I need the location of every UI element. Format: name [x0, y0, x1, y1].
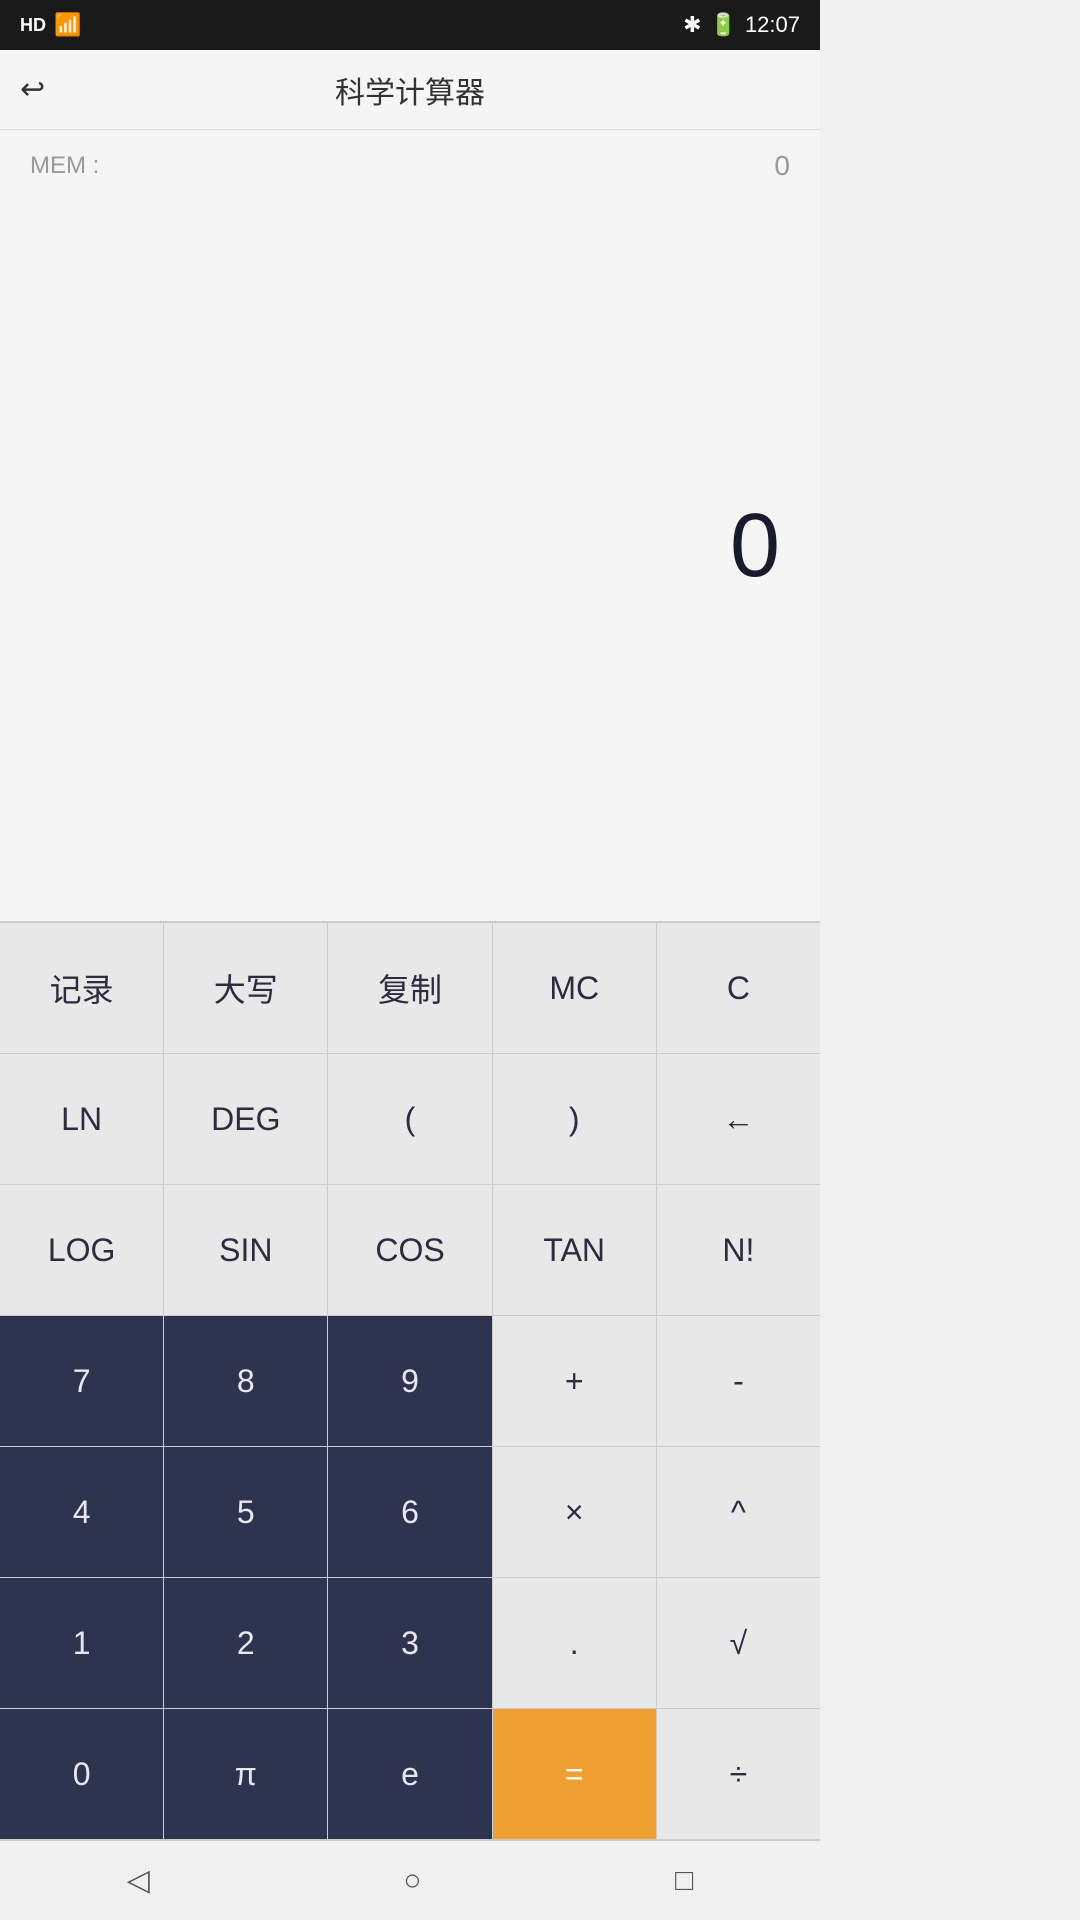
nav-recent-button[interactable]: □	[675, 1864, 693, 1898]
key-LN-button[interactable]: LN	[0, 1054, 164, 1184]
status-bar: HD 📶 ✱ 🔋 12:07	[0, 0, 820, 50]
key--button[interactable]: (	[328, 1054, 492, 1184]
key-DEG-button[interactable]: DEG	[164, 1054, 328, 1184]
key-0-button[interactable]: 0	[0, 1709, 164, 1839]
main-display: 0	[30, 192, 790, 901]
key-LOG-button[interactable]: LOG	[0, 1185, 164, 1315]
hd-icon: HD	[20, 15, 46, 36]
key-9-button[interactable]: 9	[328, 1316, 492, 1446]
nav-home-button[interactable]: ○	[403, 1864, 421, 1898]
key--button[interactable]: =	[493, 1709, 657, 1839]
mem-row: MEM : 0	[30, 150, 790, 182]
app-title: 科学计算器	[335, 68, 485, 112]
key-row-2: LOGSINCOSTANN!	[0, 1185, 820, 1316]
battery-icon: 🔋	[710, 12, 737, 38]
nav-bar: ◁ ○ □	[0, 1840, 820, 1920]
key--button[interactable]: ←	[657, 1054, 820, 1184]
key--button[interactable]: ^	[657, 1447, 820, 1577]
key-MC-button[interactable]: MC	[493, 923, 657, 1053]
key-6-button[interactable]: 6	[328, 1447, 492, 1577]
key--button[interactable]: 大写	[164, 923, 328, 1053]
key-1-button[interactable]: 1	[0, 1578, 164, 1708]
key-SIN-button[interactable]: SIN	[164, 1185, 328, 1315]
keypad: 记录大写复制MCCLNDEG()←LOGSINCOSTANN!789+-456×…	[0, 921, 820, 1840]
key-row-1: LNDEG()←	[0, 1054, 820, 1185]
bluetooth-icon: ✱	[683, 12, 701, 38]
status-right: ✱ 🔋 12:07	[683, 12, 800, 38]
key--button[interactable]: 复制	[328, 923, 492, 1053]
key--button[interactable]: .	[493, 1578, 657, 1708]
signal-icon: 📶	[54, 12, 81, 38]
key-7-button[interactable]: 7	[0, 1316, 164, 1446]
back-button[interactable]: ↩	[20, 72, 45, 107]
key--button[interactable]: )	[493, 1054, 657, 1184]
mem-value: 0	[774, 150, 790, 182]
key-3-button[interactable]: 3	[328, 1578, 492, 1708]
key-row-6: 0πe=÷	[0, 1709, 820, 1840]
display-value: 0	[730, 495, 780, 598]
key--button[interactable]: -	[657, 1316, 820, 1446]
status-left: HD 📶	[20, 12, 81, 38]
key-row-5: 123.√	[0, 1578, 820, 1709]
key-4-button[interactable]: 4	[0, 1447, 164, 1577]
key-N-button[interactable]: N!	[657, 1185, 820, 1315]
key-COS-button[interactable]: COS	[328, 1185, 492, 1315]
key-row-4: 456×^	[0, 1447, 820, 1578]
key-C-button[interactable]: C	[657, 923, 820, 1053]
key--button[interactable]: +	[493, 1316, 657, 1446]
key-5-button[interactable]: 5	[164, 1447, 328, 1577]
key-e-button[interactable]: e	[328, 1709, 492, 1839]
key--button[interactable]: 记录	[0, 923, 164, 1053]
mem-label: MEM :	[30, 152, 99, 180]
key-2-button[interactable]: 2	[164, 1578, 328, 1708]
nav-back-button[interactable]: ◁	[127, 1863, 150, 1898]
key-row-3: 789+-	[0, 1316, 820, 1447]
key-8-button[interactable]: 8	[164, 1316, 328, 1446]
display-area: MEM : 0 0	[0, 130, 820, 921]
key--button[interactable]: π	[164, 1709, 328, 1839]
key-TAN-button[interactable]: TAN	[493, 1185, 657, 1315]
key-row-0: 记录大写复制MCC	[0, 923, 820, 1054]
key--button[interactable]: ÷	[657, 1709, 820, 1839]
time-display: 12:07	[745, 12, 800, 38]
top-bar: ↩ 科学计算器	[0, 50, 820, 130]
key--button[interactable]: √	[657, 1578, 820, 1708]
key--button[interactable]: ×	[493, 1447, 657, 1577]
